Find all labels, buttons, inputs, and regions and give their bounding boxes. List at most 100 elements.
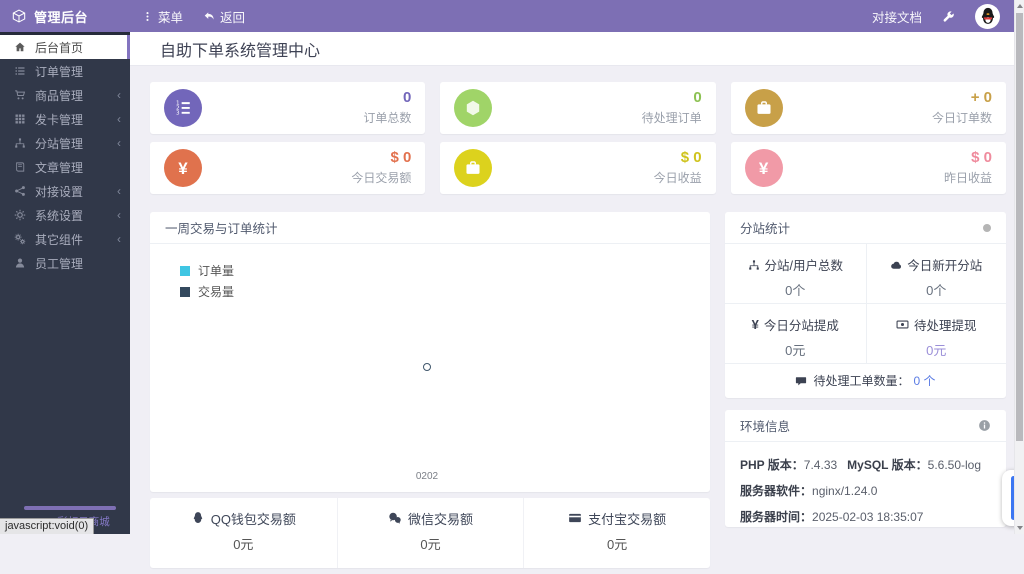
- payment-label-row: 支付宝交易额: [568, 510, 667, 527]
- sidebar-item-home[interactable]: 后台首页: [0, 35, 130, 59]
- brand-title: 管理后台: [34, 9, 89, 25]
- chart-data-point: [423, 363, 431, 371]
- legend-swatch: [180, 265, 190, 276]
- chart-panel-header: 一周交易与订单统计: [150, 212, 710, 244]
- sidebar-item-label: 发卡管理: [35, 112, 84, 127]
- substation-title: 分站统计: [740, 222, 791, 236]
- environment-title: 环境信息: [740, 420, 791, 434]
- substation-cell-commission: ¥ 今日分站提成 0元: [725, 304, 866, 364]
- yen-icon: ¥: [751, 317, 759, 332]
- sidebar-item-cards[interactable]: 发卡管理 ‹: [0, 107, 130, 131]
- card-icon: [568, 511, 582, 525]
- scrollbar-thumb[interactable]: [1016, 13, 1023, 441]
- payment-label: 支付宝交易额: [588, 511, 667, 527]
- substation-label-text: 今日新开分站: [907, 259, 983, 273]
- dots-vertical-icon: [142, 11, 153, 22]
- legend-label: 交易量: [198, 285, 235, 299]
- stat-value: $ 0: [680, 149, 702, 166]
- environment-body: PHP 版本：7.4.33 MySQL 版本：5.6.50-log 服务器软件：n…: [725, 442, 1006, 526]
- stat-card-total-orders: 0 订单总数: [150, 82, 426, 134]
- avatar[interactable]: [975, 3, 1000, 29]
- tickets-count-link[interactable]: 0 个: [914, 372, 936, 389]
- server-label: 服务器软件：: [740, 484, 813, 498]
- substation-grid: 分站/用户总数 0个 今日新开分站 0个 ¥ 今日分站提成 0元 待处理提现 0…: [725, 244, 1006, 364]
- stat-label: 待处理订单: [641, 111, 702, 125]
- home-icon: [14, 41, 26, 53]
- substation-cell-withdraw: 待处理提现 0元: [865, 304, 1007, 364]
- stat-label: 今日交易额: [351, 171, 412, 185]
- docs-link[interactable]: 对接文档: [872, 7, 922, 26]
- substation-withdraw-link[interactable]: 0元: [867, 340, 1007, 359]
- ordered-list-icon: [174, 99, 192, 117]
- qq-icon: [191, 511, 205, 525]
- legend-item-orders[interactable]: 订单量: [180, 260, 234, 281]
- sidebar-item-staff[interactable]: 员工管理: [0, 251, 130, 275]
- sidebar-item-substations[interactable]: 分站管理 ‹: [0, 131, 130, 155]
- menu-label: 菜单: [158, 10, 184, 25]
- wrench-icon[interactable]: [942, 10, 955, 23]
- header-nav: 菜单 返回: [142, 7, 245, 26]
- sidebar-item-products[interactable]: 商品管理 ‹: [0, 83, 130, 107]
- user-icon: [14, 257, 26, 269]
- hexagon-icon: [464, 99, 482, 117]
- payment-value: 0元: [607, 537, 628, 552]
- main-area: 自助下单系统管理中心 0 订单总数 0 待处理订单 + 0 今日订单数 ¥ $ …: [130, 32, 1024, 574]
- env-row-time: 服务器时间：2025-02-03 18:35:07: [740, 509, 991, 526]
- sidebar-item-label: 其它组件: [35, 232, 84, 247]
- cart-icon: [14, 89, 26, 101]
- stat-label: 今日订单数: [931, 111, 992, 125]
- payment-value: 0元: [420, 537, 441, 552]
- grid-icon: [14, 113, 26, 125]
- sidebar-item-label: 商品管理: [35, 88, 84, 103]
- php-value: 7.4.33: [803, 458, 838, 472]
- stat-bubble: ¥: [744, 149, 783, 187]
- sidebar-item-integration[interactable]: 对接设置 ‹: [0, 179, 130, 203]
- qq-penguin-avatar-icon: [977, 5, 999, 27]
- payments-panel: QQ钱包交易额 0元 微信交易额 0元 支付宝交易额 0元: [150, 498, 710, 568]
- substation-panel: 分站统计 分站/用户总数 0个 今日新开分站 0个 ¥ 今日分站提成 0元 待处…: [725, 212, 1006, 398]
- stat-card-yesterday-income: ¥ $ 0 昨日收益: [730, 142, 1006, 194]
- brand[interactable]: 管理后台: [0, 7, 130, 26]
- stat-label: 订单总数: [363, 111, 412, 125]
- sidebar-item-components[interactable]: 其它组件 ‹: [0, 227, 130, 251]
- substation-label-text: 今日分站提成: [763, 319, 839, 333]
- sidebar-item-label: 分站管理: [35, 136, 84, 151]
- stat-value: $ 0: [971, 149, 992, 166]
- cloud-icon: [890, 259, 902, 271]
- sidebar-item-label: 后台首页: [35, 40, 84, 55]
- substation-cell-value: 0个: [926, 283, 947, 298]
- substation-label-text: 分站/用户总数: [764, 259, 843, 273]
- sitemap-icon: [748, 259, 760, 271]
- substation-footer: 待处理工单数量： 0 个: [725, 364, 1006, 397]
- money-icon: [896, 318, 909, 331]
- substation-label-text: 待处理提现: [913, 319, 977, 333]
- stat-bubble: [454, 149, 493, 187]
- stat-value: + 0: [970, 89, 992, 106]
- time-value: 2025-02-03 18:35:07: [812, 510, 924, 524]
- back-link[interactable]: 返回: [203, 7, 245, 26]
- sidebar-item-settings[interactable]: 系统设置 ‹: [0, 203, 130, 227]
- status-dot-icon: [983, 223, 991, 232]
- legend-item-trades[interactable]: 交易量: [180, 281, 234, 302]
- stat-card-today-volume: ¥ $ 0 今日交易额: [150, 142, 426, 194]
- sidebar-item-articles[interactable]: 文章管理: [0, 155, 130, 179]
- scrollbar-down-button[interactable]: [1015, 522, 1024, 534]
- payment-value: 0元: [233, 537, 254, 552]
- stat-value: $ 0: [390, 149, 412, 166]
- env-row-versions: PHP 版本：7.4.33 MySQL 版本：5.6.50-log: [740, 457, 991, 474]
- php-label: PHP 版本：: [740, 458, 804, 472]
- sidebar-divider: [24, 506, 116, 510]
- top-header: 管理后台 菜单 返回 对接文档: [0, 0, 1024, 32]
- header-right: 对接文档: [872, 3, 1024, 29]
- sidebar-item-label: 系统设置: [35, 208, 84, 223]
- stat-card-today-income: $ 0 今日收益: [440, 142, 716, 194]
- stat-bubble: [164, 89, 202, 127]
- yen-icon: ¥: [178, 158, 188, 178]
- scrollbar-up-button[interactable]: [1015, 0, 1024, 12]
- legend-label: 订单量: [198, 264, 235, 278]
- environment-header: 环境信息: [725, 410, 1006, 442]
- payment-label-row: QQ钱包交易额: [191, 510, 296, 527]
- menu-toggle[interactable]: 菜单: [142, 7, 183, 26]
- info-icon: [978, 419, 991, 432]
- sidebar-item-orders[interactable]: 订单管理: [0, 59, 130, 83]
